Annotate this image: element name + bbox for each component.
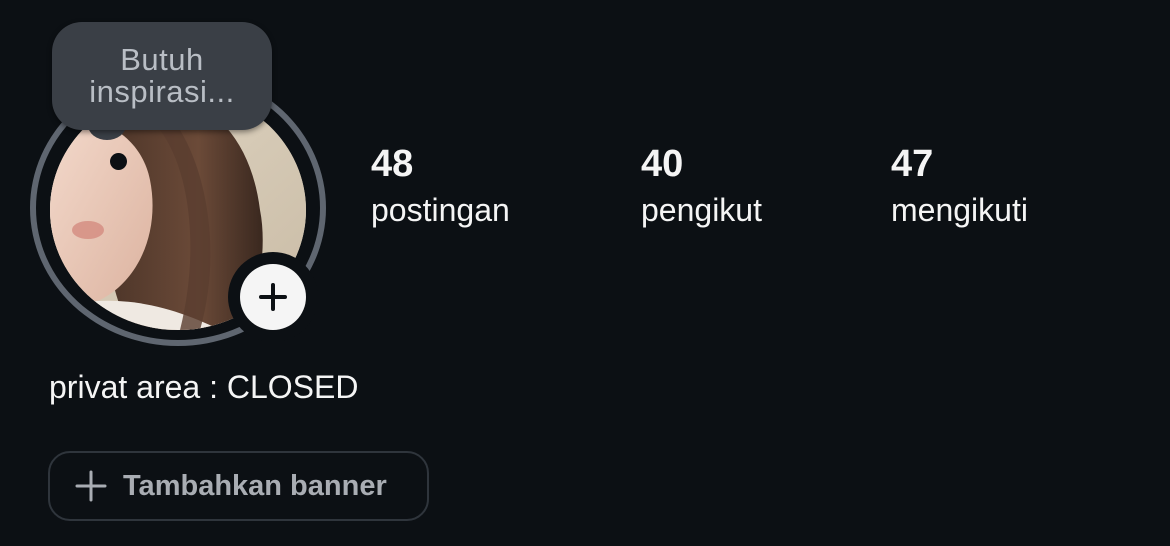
note-bubble[interactable]: Butuh inspirasi... <box>52 22 272 130</box>
stat-posts-count: 48 <box>371 143 414 185</box>
note-tail-dot <box>110 153 127 170</box>
stat-posts-label: postingan <box>371 192 510 228</box>
stat-posts[interactable]: 48 postingan <box>371 142 510 230</box>
stat-followers[interactable]: 40 pengikut <box>641 142 762 230</box>
note-text: Butuh inspirasi... <box>89 42 235 109</box>
add-story-button[interactable] <box>228 252 318 342</box>
stat-following-count: 47 <box>891 143 934 185</box>
stat-followers-label: pengikut <box>641 192 762 228</box>
add-banner-label: Tambahkan banner <box>123 469 387 502</box>
add-banner-button[interactable]: Tambahkan banner <box>48 451 429 521</box>
profile-bio: privat area : CLOSED <box>49 369 359 405</box>
stat-following[interactable]: 47 mengikuti <box>891 142 1028 230</box>
stat-followers-count: 40 <box>641 143 684 185</box>
stat-following-label: mengikuti <box>891 192 1028 228</box>
plus-icon <box>75 470 107 502</box>
plus-icon <box>259 283 287 311</box>
